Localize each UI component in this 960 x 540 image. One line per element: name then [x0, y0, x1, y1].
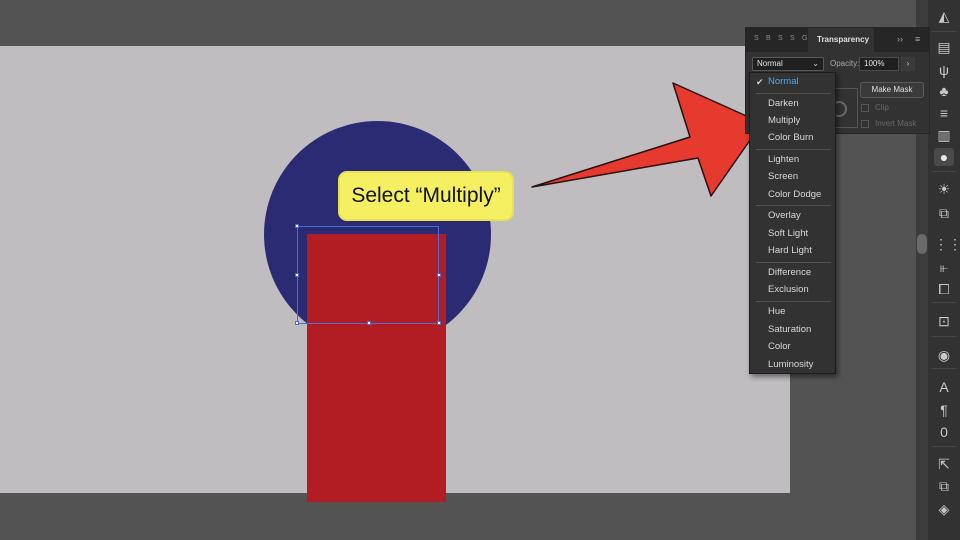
opacity-input[interactable]: 100% [859, 57, 899, 71]
opentype-icon[interactable]: 0 [934, 423, 954, 441]
layers-icon[interactable]: ◈ [934, 500, 954, 518]
menu-item-lighten[interactable]: Lighten [768, 154, 799, 165]
panel-tab-bar: S B S S G Transparency ›› ≡ [746, 28, 929, 52]
scrollbar-thumb[interactable] [917, 234, 927, 254]
graphic-styles-icon[interactable]: ⧉ [934, 204, 954, 222]
menu-item-screen[interactable]: Screen [768, 171, 798, 182]
menu-item-multiply[interactable]: Multiply [768, 115, 800, 126]
tab-gradient[interactable]: G [802, 35, 807, 42]
tab-stroke[interactable]: S [790, 35, 795, 42]
tab-transparency[interactable]: Transparency [808, 28, 874, 52]
artboards-icon[interactable]: ⊡ [934, 312, 954, 330]
transform-icon[interactable]: ⋮⋮ [934, 235, 960, 253]
divider [932, 302, 956, 303]
menu-item-normal[interactable]: Normal [768, 76, 799, 87]
menu-separator [756, 262, 831, 263]
export-icon[interactable]: ⇱ [934, 455, 954, 473]
blend-mode-value: Normal [757, 59, 783, 68]
invert-mask-checkbox[interactable] [861, 120, 869, 128]
panel-dock-toolbar: ◭ ▤ ψ ♣ ≡ ▥ ● ☀ ⧉ ⋮⋮ ⫦ ⧠ ⊡ ◉ A ¶ 0 ⇱ ⧉ ◈ [928, 0, 960, 540]
divider [932, 446, 956, 447]
stroke-icon[interactable]: ≡ [934, 104, 954, 122]
mask-thumbnail-glyph [831, 101, 847, 117]
clip-label: Clip [875, 103, 889, 112]
expand-panels-icon[interactable]: ›› [897, 34, 903, 44]
invert-mask-label: Invert Mask [875, 119, 917, 128]
checkmark-icon: ✔ [756, 77, 764, 87]
menu-item-soft-light[interactable]: Soft Light [768, 228, 808, 239]
divider [932, 171, 956, 172]
gradient-icon[interactable]: ◭ [934, 7, 954, 25]
tab-symbols[interactable]: S [778, 35, 783, 42]
pathfinder-icon[interactable]: ⧠ [934, 280, 954, 298]
panel-menu-icon[interactable]: ≡ [915, 34, 920, 44]
menu-item-darken[interactable]: Darken [768, 98, 799, 109]
make-mask-button[interactable]: Make Mask [860, 82, 924, 98]
chevron-down-icon: ⌄ [812, 59, 819, 68]
menu-item-color-dodge[interactable]: Color Dodge [768, 189, 821, 200]
appearance-icon[interactable]: ☀ [934, 180, 954, 198]
menu-item-hard-light[interactable]: Hard Light [768, 245, 812, 256]
menu-item-luminosity[interactable]: Luminosity [768, 359, 813, 370]
divider [932, 368, 956, 369]
menu-item-color-burn[interactable]: Color Burn [768, 132, 813, 143]
menu-item-saturation[interactable]: Saturation [768, 324, 811, 335]
menu-item-overlay[interactable]: Overlay [768, 210, 801, 221]
menu-item-color[interactable]: Color [768, 341, 791, 352]
clip-checkbox[interactable] [861, 104, 869, 112]
tab-brushes[interactable]: B [766, 35, 771, 42]
libraries-icon[interactable]: ▤ [934, 38, 954, 56]
divider [932, 31, 956, 32]
divider [932, 336, 956, 337]
menu-item-difference[interactable]: Difference [768, 267, 811, 278]
blend-mode-menu: ✔ Normal Darken Multiply Color Burn Ligh… [749, 72, 836, 374]
menu-separator [756, 149, 831, 150]
links-icon[interactable]: ⧉ [934, 477, 954, 495]
transparency-icon[interactable]: ● [934, 148, 954, 166]
tab-swatches[interactable]: S [754, 35, 759, 42]
blend-mode-dropdown[interactable]: Normal ⌄ [752, 57, 824, 71]
align-icon[interactable]: ⫦ [934, 258, 954, 276]
opacity-slider-arrow[interactable]: › [901, 57, 915, 71]
menu-separator [756, 93, 831, 94]
opacity-label: Opacity: [830, 59, 860, 68]
brushes-icon[interactable]: ψ [934, 61, 954, 79]
gradient-swatch-icon[interactable]: ▥ [934, 126, 954, 144]
menu-item-hue[interactable]: Hue [768, 306, 785, 317]
menu-item-exclusion[interactable]: Exclusion [768, 284, 809, 295]
menu-separator [756, 301, 831, 302]
symbols-icon[interactable]: ♣ [934, 82, 954, 100]
paragraph-icon[interactable]: ¶ [934, 401, 954, 419]
menu-separator [756, 205, 831, 206]
color-guide-icon[interactable]: ◉ [934, 346, 954, 364]
character-icon[interactable]: A [934, 378, 954, 396]
